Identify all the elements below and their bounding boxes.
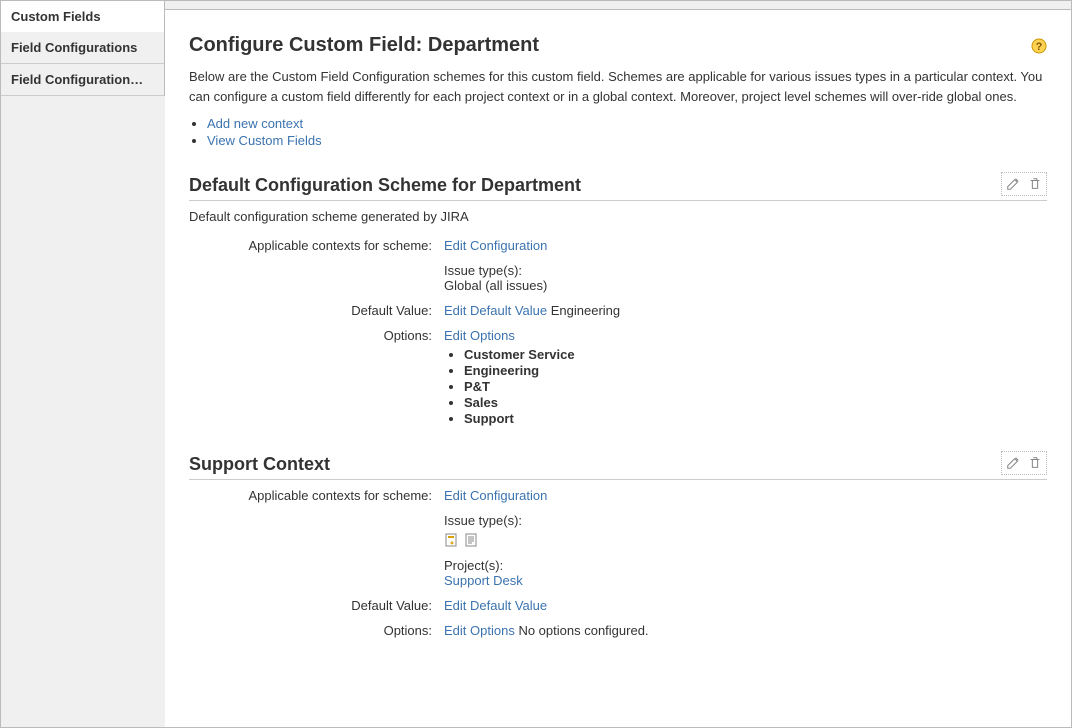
- page-intro: Below are the Custom Field Configuration…: [189, 67, 1047, 106]
- scheme-title: Default Configuration Scheme for Departm…: [189, 175, 581, 196]
- label-default-value: Default Value:: [189, 303, 444, 318]
- issue-types-value: Global (all issues): [444, 278, 547, 293]
- sidebar-item-field-configuration-schemes[interactable]: Field Configuration…: [1, 64, 165, 96]
- default-value-text: Engineering: [551, 303, 620, 318]
- label-options: Options:: [189, 328, 444, 427]
- view-custom-fields-link[interactable]: View Custom Fields: [207, 133, 322, 148]
- sidebar-header: Custom Fields: [1, 1, 165, 32]
- label-default-value: Default Value:: [189, 598, 444, 613]
- issuetype-document-icon: [464, 532, 480, 548]
- add-new-context-link[interactable]: Add new context: [207, 116, 303, 131]
- scheme-block: Default Configuration Scheme for Departm…: [189, 172, 1047, 427]
- scheme-toolbar: [1001, 172, 1047, 196]
- option-item: Support: [464, 411, 1047, 426]
- label-issue-types: Issue type(s):: [444, 513, 522, 528]
- sidebar: Custom Fields Field Configurations Field…: [1, 1, 165, 727]
- edit-options-link[interactable]: Edit Options: [444, 328, 515, 343]
- page-title: Configure Custom Field: Department: [189, 34, 539, 57]
- action-links: Add new context View Custom Fields: [207, 116, 1047, 148]
- help-icon[interactable]: ?: [1031, 38, 1047, 54]
- delete-icon[interactable]: [1026, 454, 1044, 472]
- edit-configuration-link[interactable]: Edit Configuration: [444, 238, 547, 253]
- label-applicable-contexts: Applicable contexts for scheme:: [189, 488, 444, 588]
- main-content: Configure Custom Field: Department ? Bel…: [165, 9, 1071, 727]
- label-issue-types: Issue type(s):: [444, 263, 522, 278]
- edit-default-value-link[interactable]: Edit Default Value: [444, 303, 547, 318]
- svg-text:?: ?: [1036, 41, 1043, 53]
- scheme-description: Default configuration scheme generated b…: [189, 209, 1047, 224]
- edit-icon[interactable]: [1004, 175, 1022, 193]
- option-item: P&T: [464, 379, 1047, 394]
- edit-default-value-link[interactable]: Edit Default Value: [444, 598, 547, 613]
- scheme-title: Support Context: [189, 454, 330, 475]
- label-applicable-contexts: Applicable contexts for scheme:: [189, 238, 444, 293]
- no-options-text: No options configured.: [518, 623, 648, 638]
- options-list: Customer Service Engineering P&T Sales S…: [464, 347, 1047, 426]
- option-item: Sales: [464, 395, 1047, 410]
- edit-icon[interactable]: [1004, 454, 1022, 472]
- option-item: Engineering: [464, 363, 1047, 378]
- issuetype-task-icon: [444, 532, 460, 548]
- edit-options-link[interactable]: Edit Options: [444, 623, 515, 638]
- sidebar-item-field-configurations[interactable]: Field Configurations: [1, 32, 165, 64]
- divider: [189, 479, 1047, 480]
- scheme-block: Support Context Applicable contexts for …: [189, 451, 1047, 638]
- project-link[interactable]: Support Desk: [444, 573, 523, 588]
- edit-configuration-link[interactable]: Edit Configuration: [444, 488, 547, 503]
- scheme-toolbar: [1001, 451, 1047, 475]
- label-options: Options:: [189, 623, 444, 638]
- label-projects: Project(s):: [444, 558, 503, 573]
- divider: [189, 200, 1047, 201]
- option-item: Customer Service: [464, 347, 1047, 362]
- delete-icon[interactable]: [1026, 175, 1044, 193]
